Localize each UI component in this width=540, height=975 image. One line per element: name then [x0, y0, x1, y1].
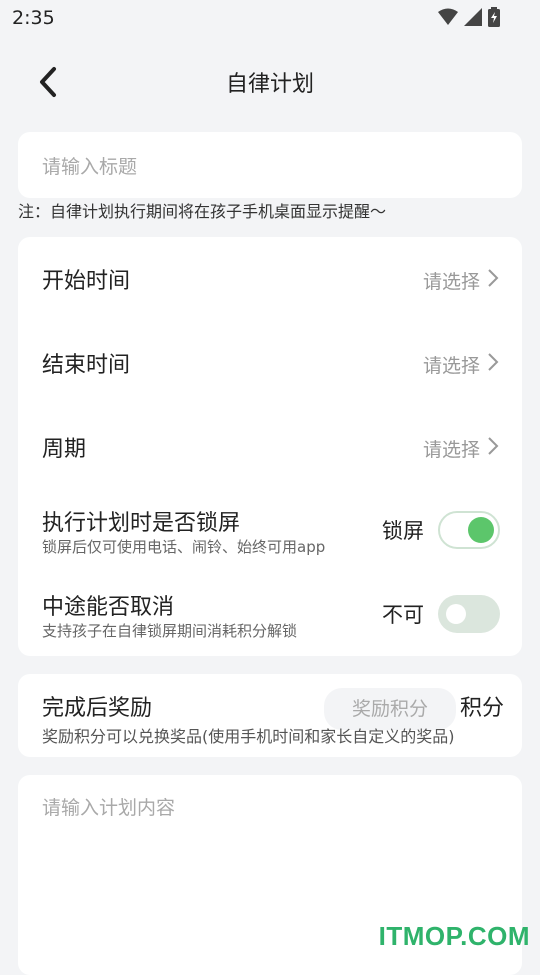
- end-time-row[interactable]: 结束时间 请选择: [18, 321, 522, 405]
- battery-icon: [488, 7, 500, 31]
- lock-screen-toggle-group: 锁屏: [382, 511, 500, 549]
- lock-screen-row: 执行计划时是否锁屏 锁屏后仅可使用电话、闹铃、始终可用app 锁屏: [18, 489, 522, 573]
- start-time-value[interactable]: 请选择: [423, 267, 500, 294]
- cancel-row: 中途能否取消 支持孩子在自律锁屏期间消耗积分解锁 不可: [18, 573, 522, 656]
- chevron-right-icon: [486, 268, 500, 293]
- schedule-card: 开始时间 请选择 结束时间 请选择 周期 请选择 执行计划时是否锁屏 锁屏后仅可…: [18, 237, 522, 656]
- signal-icon: [464, 8, 482, 30]
- end-time-select-text: 请选择: [422, 355, 480, 377]
- reward-unit: 积分: [460, 696, 505, 721]
- end-time-value[interactable]: 请选择: [423, 351, 500, 378]
- period-value[interactable]: 请选择: [423, 435, 500, 462]
- toggle-knob: [468, 517, 494, 543]
- wifi-icon: [438, 8, 458, 30]
- reward-card: 完成后奖励 积分 奖励积分可以兑换奖品(使用手机时间和家长自定义的奖品): [18, 674, 522, 757]
- reward-sub: 奖励积分可以兑换奖品(使用手机时间和家长自定义的奖品): [42, 727, 455, 746]
- lock-screen-toggle[interactable]: [438, 511, 500, 549]
- chevron-right-icon: [486, 352, 500, 377]
- lock-screen-label: 执行计划时是否锁屏: [42, 511, 241, 536]
- lock-screen-sub: 锁屏后仅可使用电话、闹铃、始终可用app: [42, 538, 326, 556]
- status-icons: [438, 7, 500, 31]
- cancel-toggle-group: 不可: [382, 595, 500, 633]
- lock-screen-toggle-label: 锁屏: [382, 519, 424, 543]
- chevron-right-icon: [486, 436, 500, 461]
- period-select-text: 请选择: [422, 439, 480, 461]
- app-bar: 自律计划: [0, 52, 540, 116]
- cancel-toggle[interactable]: [438, 595, 500, 633]
- end-time-label: 结束时间: [42, 353, 131, 378]
- reminder-note: 注：自律计划执行期间将在孩子手机桌面显示提醒～: [18, 202, 387, 221]
- status-time: 2:35: [12, 7, 55, 29]
- status-bar: 2:35: [0, 0, 540, 36]
- title-input[interactable]: 请输入标题: [42, 152, 137, 179]
- start-time-row[interactable]: 开始时间 请选择: [18, 237, 522, 321]
- period-row[interactable]: 周期 请选择: [18, 405, 522, 489]
- cancel-label: 中途能否取消: [42, 595, 175, 620]
- start-time-label: 开始时间: [42, 269, 131, 294]
- page-title: 自律计划: [225, 72, 314, 97]
- watermark-logo: ITMOP.COM: [378, 921, 530, 951]
- content-input[interactable]: 请输入计划内容: [42, 793, 175, 820]
- toggle-knob: [446, 604, 466, 624]
- reward-label: 完成后奖励: [42, 696, 153, 721]
- title-input-card: 请输入标题: [18, 132, 522, 198]
- start-time-select-text: 请选择: [422, 271, 480, 293]
- cancel-sub: 支持孩子在自律锁屏期间消耗积分解锁: [42, 622, 298, 640]
- cancel-toggle-label: 不可: [382, 603, 424, 627]
- period-label: 周期: [42, 437, 87, 462]
